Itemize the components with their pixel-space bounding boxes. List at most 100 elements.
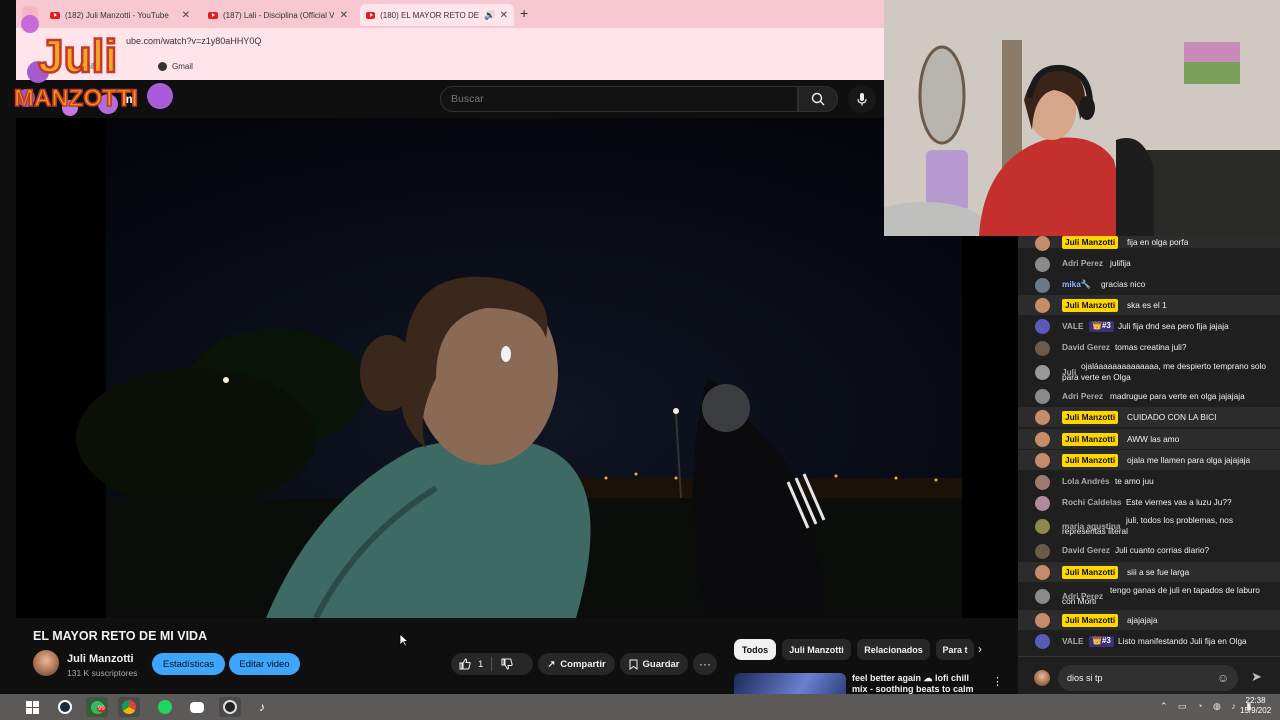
chat-author[interactable]: Adri Perez — [1062, 391, 1103, 402]
edit-video-button[interactable]: Editar video — [229, 653, 300, 675]
close-tab-icon[interactable]: ✕ — [500, 10, 508, 21]
whatsapp-icon[interactable]: 99 — [86, 697, 108, 717]
chat-text: tengo ganas de juli en tapados de laburo… — [1062, 585, 1260, 606]
tab-mayor-reto[interactable]: (180) EL MAYOR RETO DE MI 🔊 ✕ — [360, 4, 514, 26]
chat-author[interactable]: VALE — [1062, 321, 1084, 332]
more-actions-button[interactable]: ··· — [693, 653, 717, 675]
chat-message[interactable]: David Gerez tomas creatina juli? — [1018, 341, 1280, 356]
search-button[interactable] — [798, 86, 838, 112]
chrome-icon[interactable] — [118, 697, 140, 717]
chat-avatar[interactable] — [1035, 518, 1050, 534]
new-tab-button[interactable]: + — [520, 5, 528, 21]
chat-message[interactable]: Juli ojaláaaaaaaaaaaaaa, me despierto tem… — [1018, 360, 1280, 384]
chat-avatar[interactable] — [1035, 318, 1050, 334]
more-vert-icon[interactable]: ⋮ — [992, 675, 1003, 688]
clock[interactable]: 22:38 15/9/202 — [1240, 696, 1271, 716]
chat-avatar[interactable] — [1035, 388, 1050, 404]
chat-avatar[interactable] — [1035, 475, 1050, 490]
voice-search-button[interactable] — [848, 85, 876, 113]
chat-message[interactable]: Adri Perez madrugue para verte en olga ja… — [1018, 388, 1280, 404]
chat-message[interactable]: David Gerez Juli cuanto corrias diario? — [1018, 544, 1280, 559]
channel-name[interactable]: Juli Manzotti — [67, 653, 134, 665]
chat-author[interactable]: Juli Manzotti — [1062, 236, 1119, 249]
chat-avatar[interactable] — [1035, 409, 1050, 425]
chat-author[interactable]: Juli Manzotti — [1062, 566, 1119, 579]
chat-message[interactable]: mika🔧 gracias nico — [1018, 278, 1280, 293]
chat-message[interactable]: Lola Andrés te amo juu — [1018, 475, 1280, 490]
live-chat: Juli Manzotti fija en olga porfa Adri Pere… — [1018, 236, 1280, 700]
discord-icon[interactable] — [186, 697, 208, 717]
chat-author[interactable]: Juli Manzotti — [1062, 299, 1119, 312]
chat-avatar[interactable] — [1035, 452, 1050, 468]
tab-lali-disciplina[interactable]: (187) Lali - Disciplina (Official V ✕ — [202, 4, 354, 26]
close-tab-icon[interactable]: ✕ — [182, 10, 190, 21]
chat-avatar[interactable] — [1035, 431, 1050, 447]
chat-author[interactable]: David Gerez — [1062, 342, 1110, 353]
chat-message[interactable]: VALE 👑#3 Listo manifestando Juli fija en O… — [1018, 631, 1280, 651]
share-button[interactable]: ↗ Compartir — [538, 653, 615, 675]
chat-message[interactable]: maria agustina juli, todos los problemas,… — [1018, 514, 1280, 538]
chat-text: Juli cuanto corrias diario? — [1115, 545, 1210, 555]
chat-author[interactable]: Juli Manzotti — [1062, 454, 1119, 467]
chat-message[interactable]: Juli Manzotti ojala me llamen para olga j… — [1018, 450, 1280, 470]
share-label: Compartir — [560, 658, 606, 670]
tiktok-icon[interactable]: ♪ — [251, 697, 273, 717]
chat-avatar[interactable] — [1035, 278, 1050, 293]
chat-avatar[interactable] — [1035, 236, 1050, 251]
chat-input[interactable] — [1058, 665, 1238, 691]
video-title: EL MAYOR RETO DE MI VIDA — [33, 629, 208, 643]
obs-icon[interactable] — [219, 697, 241, 717]
save-button[interactable]: Guardar — [620, 653, 688, 675]
chip-all[interactable]: Todos — [734, 639, 776, 660]
chat-avatar[interactable] — [1035, 564, 1050, 580]
channel-avatar[interactable] — [33, 650, 59, 676]
steam-icon[interactable] — [54, 697, 76, 717]
chat-message[interactable]: VALE 👑#3 Juli fija dnd sea pero fija jajaj… — [1018, 316, 1280, 336]
chat-message[interactable]: Adri Perez tengo ganas de juli en tapados… — [1018, 584, 1280, 608]
chat-avatar[interactable] — [1035, 496, 1050, 511]
chat-avatar[interactable] — [1035, 544, 1050, 559]
chat-author[interactable]: VALE — [1062, 636, 1084, 647]
chevron-right-icon[interactable]: › — [978, 642, 982, 656]
send-icon[interactable]: ➤ — [1251, 669, 1262, 685]
chip-juli-manzotti[interactable]: Juli Manzotti — [782, 639, 851, 660]
chat-author[interactable]: mika🔧 — [1062, 279, 1091, 290]
video-player[interactable] — [16, 118, 1018, 618]
windows-start-icon[interactable] — [21, 697, 43, 717]
chat-message[interactable]: Juli Manzotti siii a se fue larga — [1018, 562, 1280, 582]
chat-avatar[interactable] — [1035, 341, 1050, 356]
emoji-icon[interactable]: ☺ — [1217, 671, 1229, 685]
chat-message[interactable]: Juli Manzotti AWW las amo — [1018, 429, 1280, 449]
chip-related[interactable]: Relacionados — [857, 639, 930, 660]
dislike-button[interactable] — [501, 658, 513, 673]
microphone-icon — [857, 93, 867, 106]
chat-author[interactable]: Rochi Caldelas — [1062, 497, 1121, 508]
speaker-icon[interactable]: 🔊 — [484, 10, 495, 21]
chat-author[interactable]: Adri Perez — [1062, 258, 1103, 269]
windows-taskbar: 99 ♪ ⌃ ▭ ◔ ◍ ♪ ▮ 22:38 15/9/202 — [0, 694, 1280, 720]
chat-message[interactable]: Juli Manzotti ska es el 1 — [1018, 295, 1280, 315]
chat-message[interactable]: Adri Perez julifija — [1018, 257, 1280, 272]
chat-avatar[interactable] — [1035, 257, 1050, 272]
chat-avatar[interactable] — [1035, 588, 1050, 604]
chat-author[interactable]: Juli Manzotti — [1062, 433, 1119, 446]
chat-avatar[interactable] — [1035, 297, 1050, 313]
spotify-icon[interactable] — [154, 697, 176, 717]
chat-author[interactable]: Juli Manzotti — [1062, 411, 1119, 424]
chat-avatar[interactable] — [1035, 612, 1050, 628]
chat-message[interactable]: Juli Manzotti fija en olga porfa — [1018, 236, 1280, 251]
chat-author[interactable]: David Gerez — [1062, 545, 1110, 556]
chat-message[interactable]: Juli Manzotti ajajajaja — [1018, 610, 1280, 630]
close-tab-icon[interactable]: ✕ — [340, 10, 348, 21]
chat-author[interactable]: Juli Manzotti — [1062, 614, 1119, 627]
chat-message[interactable]: Rochi Caldelas Este viernes vas a luzu Ju… — [1018, 496, 1280, 511]
chat-author[interactable]: Lola Andrés — [1062, 476, 1110, 487]
chat-message[interactable]: Juli Manzotti CUIDADO CON LA BICI — [1018, 407, 1280, 427]
chat-avatar[interactable] — [1035, 364, 1050, 380]
like-button[interactable]: 1 — [459, 658, 483, 670]
chip-for-you[interactable]: Para t — [936, 639, 974, 660]
search-input[interactable] — [451, 93, 771, 105]
search-box[interactable] — [440, 86, 798, 112]
chat-avatar[interactable] — [1035, 633, 1050, 649]
statistics-button[interactable]: Estadísticas — [152, 653, 225, 675]
